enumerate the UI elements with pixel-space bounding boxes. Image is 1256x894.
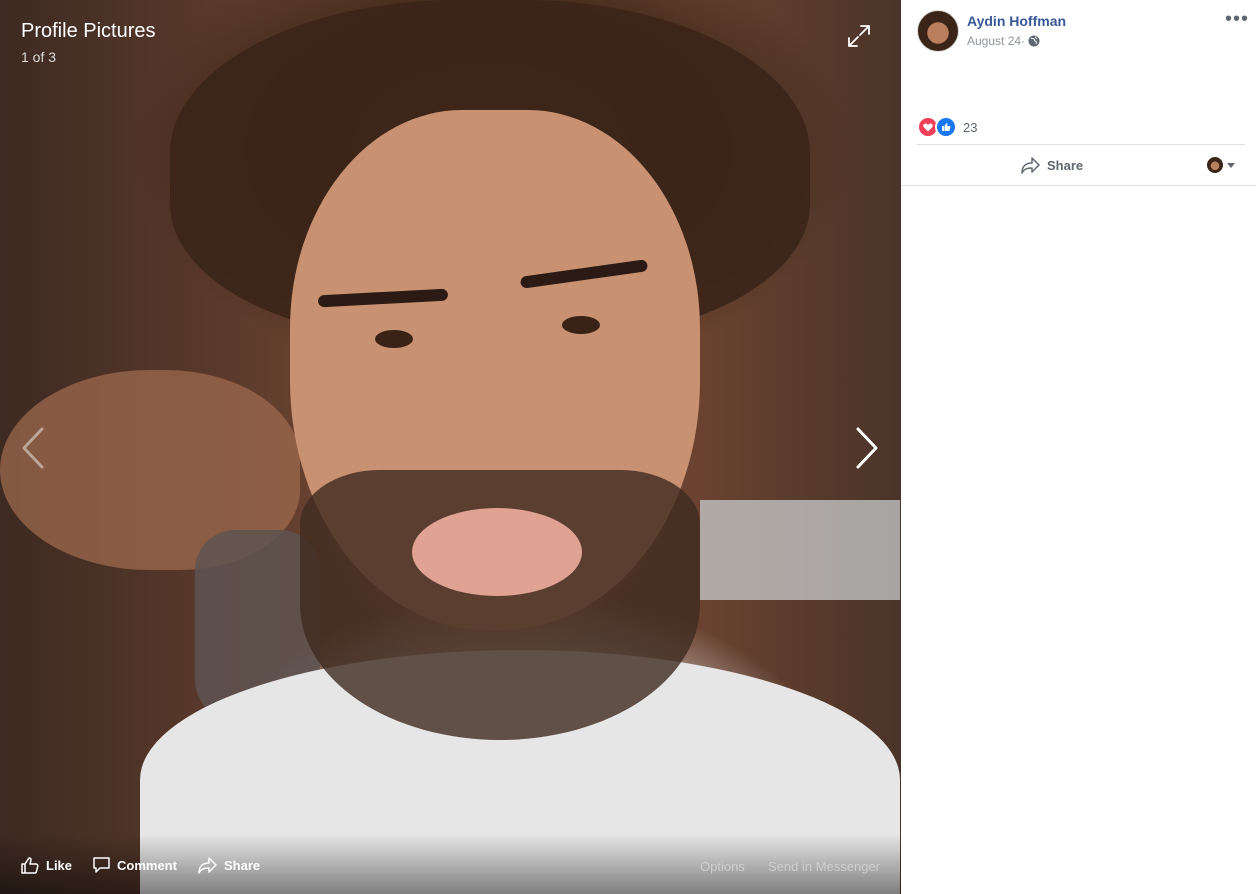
- car-window: [700, 500, 900, 600]
- reactions-summary[interactable]: 23: [917, 116, 977, 138]
- post-share-button[interactable]: Share: [1021, 156, 1083, 174]
- thumbs-up-icon: [21, 857, 39, 874]
- comment-icon: [93, 857, 110, 873]
- expand-icon[interactable]: [846, 23, 872, 49]
- album-title: Profile Pictures: [21, 20, 156, 42]
- comment-button[interactable]: Comment: [92, 856, 177, 874]
- share-icon: [198, 857, 217, 874]
- right-eye: [562, 316, 600, 334]
- photo-counter: 1 of 3: [21, 49, 57, 65]
- reaction-count: 23: [963, 119, 978, 135]
- chevron-left-icon[interactable]: [18, 425, 48, 471]
- share-icon: [1021, 157, 1040, 174]
- divider: [901, 185, 1256, 186]
- post-meta: August 24 ·: [967, 34, 1040, 48]
- send-in-messenger-link[interactable]: Send in Messenger: [768, 859, 880, 874]
- more-icon[interactable]: •••: [1225, 9, 1249, 29]
- caret-down-icon: [1227, 162, 1235, 168]
- chevron-right-icon[interactable]: [852, 425, 882, 471]
- mini-avatar: [1207, 157, 1223, 173]
- divider: [917, 144, 1245, 145]
- post-date[interactable]: August 24: [967, 34, 1021, 48]
- share-label: Share: [224, 857, 261, 873]
- left-eye: [375, 330, 413, 348]
- avatar[interactable]: [917, 10, 959, 52]
- like-label: Like: [46, 857, 73, 873]
- lips: [412, 508, 582, 596]
- like-reaction-icon: [935, 116, 957, 138]
- meta-separator: ·: [1021, 34, 1026, 48]
- options-link[interactable]: Options: [700, 859, 745, 874]
- share-button[interactable]: Share: [198, 856, 260, 874]
- comment-label: Comment: [117, 857, 177, 873]
- author-name[interactable]: Aydin Hoffman: [967, 13, 1066, 29]
- like-button[interactable]: Like: [20, 856, 72, 874]
- audience-selector[interactable]: [1207, 157, 1235, 173]
- photo-viewer[interactable]: Profile Pictures 1 of 3 Like Comment Sha…: [0, 0, 901, 894]
- photo-action-bar: Like Comment Share Options Send in Messe…: [0, 834, 901, 894]
- post-share-label: Share: [1047, 157, 1084, 173]
- globe-icon[interactable]: [1028, 35, 1040, 47]
- post-sidebar: Aydin Hoffman August 24 · ••• 23 Share: [901, 0, 1256, 894]
